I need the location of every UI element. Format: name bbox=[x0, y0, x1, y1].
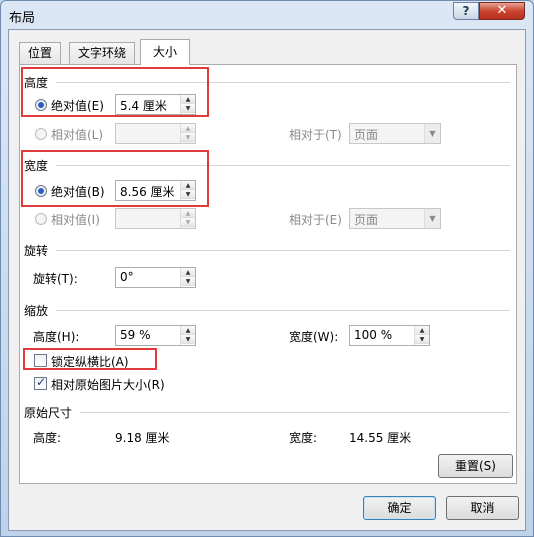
spin-down-icon[interactable]: ▼ bbox=[415, 335, 429, 344]
reset-button[interactable]: 重置(S) bbox=[438, 454, 513, 478]
height-relative-to-value: 页面 bbox=[354, 128, 379, 142]
scale-width-value[interactable]: 100 % bbox=[354, 328, 392, 342]
height-relative-label: 相对值(L) bbox=[51, 128, 104, 142]
tab-text-wrapping[interactable]: 文字环绕 bbox=[69, 42, 136, 64]
dialog-title: 布局 bbox=[9, 11, 36, 26]
rotate-section-title: 旋转 bbox=[24, 244, 49, 258]
width-relative-radio[interactable] bbox=[35, 213, 47, 225]
original-height-label: 高度: bbox=[33, 431, 62, 445]
separator bbox=[56, 250, 510, 251]
relative-original-size-label: 相对原始图片大小(R) bbox=[51, 378, 165, 392]
highlight-box-width bbox=[21, 150, 209, 207]
scale-height-label: 高度(H): bbox=[33, 330, 80, 344]
rotate-spinner[interactable]: 0° ▲ ▼ bbox=[115, 267, 196, 288]
title-bar[interactable]: 布局 ? ✕ bbox=[1, 1, 533, 29]
dialog-client: 位置 文字环绕 大小 高度 绝对值(E) 5.4 厘米 ▲ ▼ 相对值(L) ▲ ▼… bbox=[8, 29, 526, 531]
spin-down-icon[interactable]: ▼ bbox=[181, 133, 195, 142]
spin-up-icon[interactable]: ▲ bbox=[181, 268, 195, 277]
scale-width-label: 宽度(W): bbox=[289, 330, 339, 344]
original-size-section-title: 原始尺寸 bbox=[24, 406, 73, 420]
width-relative-spinner[interactable]: ▲ ▼ bbox=[115, 208, 196, 229]
help-button[interactable]: ? bbox=[453, 2, 479, 20]
width-relative-label: 相对值(I) bbox=[51, 213, 100, 227]
spin-up-icon[interactable]: ▲ bbox=[181, 209, 195, 218]
spin-up-icon[interactable]: ▲ bbox=[181, 124, 195, 133]
original-width-value: 14.55 厘米 bbox=[349, 431, 412, 445]
spin-up-icon[interactable]: ▲ bbox=[415, 326, 429, 335]
width-relative-to-label: 相对于(E) bbox=[289, 213, 342, 227]
tab-size[interactable]: 大小 bbox=[140, 39, 190, 65]
close-button[interactable]: ✕ bbox=[479, 2, 525, 20]
separator bbox=[56, 310, 510, 311]
spin-down-icon[interactable]: ▼ bbox=[181, 218, 195, 227]
original-height-value: 9.18 厘米 bbox=[115, 431, 170, 445]
tab-position[interactable]: 位置 bbox=[19, 42, 62, 64]
highlight-box-height bbox=[21, 67, 209, 117]
rotate-value[interactable]: 0° bbox=[120, 270, 134, 284]
layout-dialog: 布局 ? ✕ 位置 文字环绕 大小 高度 绝对值(E) 5.4 厘米 ▲ ▼ 相对… bbox=[0, 0, 534, 537]
height-relative-to-combo[interactable]: 页面 ▼ bbox=[349, 123, 441, 144]
original-width-label: 宽度: bbox=[289, 431, 318, 445]
chevron-down-icon[interactable]: ▼ bbox=[424, 209, 440, 228]
rotate-label: 旋转(T): bbox=[33, 272, 78, 286]
relative-original-size-checkbox[interactable] bbox=[34, 375, 47, 390]
scale-section-title: 缩放 bbox=[24, 304, 49, 318]
height-relative-radio[interactable] bbox=[35, 128, 47, 140]
ok-button[interactable]: 确定 bbox=[363, 496, 436, 520]
spin-up-icon[interactable]: ▲ bbox=[181, 326, 195, 335]
scale-width-spinner[interactable]: 100 % ▲ ▼ bbox=[349, 325, 430, 346]
height-relative-spinner[interactable]: ▲ ▼ bbox=[115, 123, 196, 144]
highlight-box-lock bbox=[23, 348, 157, 370]
spin-down-icon[interactable]: ▼ bbox=[181, 277, 195, 286]
separator bbox=[80, 412, 510, 413]
width-relative-to-value: 页面 bbox=[354, 213, 379, 227]
spin-down-icon[interactable]: ▼ bbox=[181, 335, 195, 344]
size-panel: 高度 绝对值(E) 5.4 厘米 ▲ ▼ 相对值(L) ▲ ▼ 相对于(T) 页面 … bbox=[19, 64, 517, 484]
width-relative-to-combo[interactable]: 页面 ▼ bbox=[349, 208, 441, 229]
chevron-down-icon[interactable]: ▼ bbox=[424, 124, 440, 143]
height-relative-to-label: 相对于(T) bbox=[289, 128, 342, 142]
scale-height-value[interactable]: 59 % bbox=[120, 328, 151, 342]
scale-height-spinner[interactable]: 59 % ▲ ▼ bbox=[115, 325, 196, 346]
cancel-button[interactable]: 取消 bbox=[446, 496, 519, 520]
